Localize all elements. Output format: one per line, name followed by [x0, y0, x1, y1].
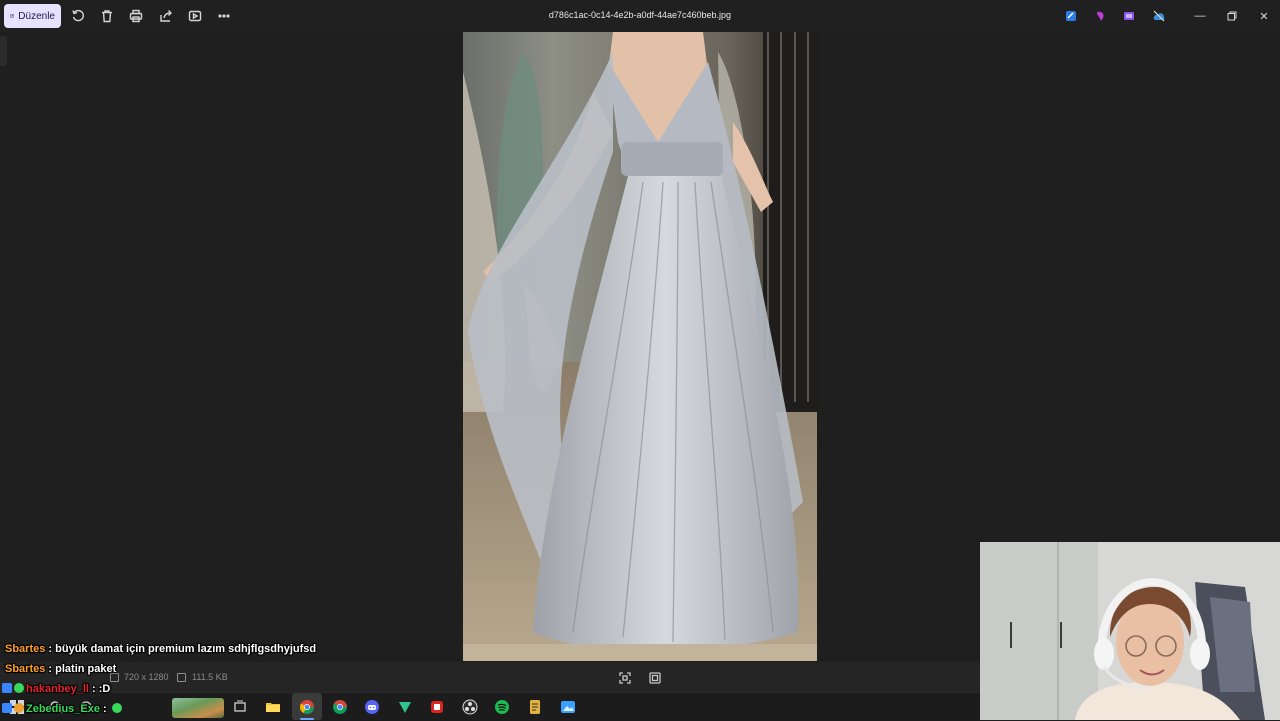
chat-message: Sbartes : platin paket: [5, 663, 117, 675]
chrome-profile-icon[interactable]: [332, 699, 348, 715]
chat-badge-icon: [2, 683, 12, 693]
taskbar: [0, 692, 980, 721]
delete-icon: [102, 10, 112, 23]
restore-button[interactable]: [1224, 8, 1240, 24]
webcam-overlay: [980, 542, 1280, 720]
more-button[interactable]: [214, 6, 234, 26]
actual-size-icon: [649, 672, 661, 684]
chat-username: Zebedius_Exe: [26, 703, 100, 715]
chat-message: Zebedius_Exe :: [2, 703, 124, 715]
photo-viewer-image: [463, 32, 817, 661]
file-name-title: d786c1ac-0c14-4e2b-a0df-44ae7c460beb.jpg: [548, 10, 732, 20]
actual-size-button[interactable]: [649, 671, 661, 684]
chat-username: hakanbey_ll: [26, 683, 89, 695]
red-app-icon[interactable]: [429, 699, 445, 715]
notes-app-icon[interactable]: [527, 699, 543, 715]
more-icon: [218, 14, 230, 18]
title-bar: Düzenle d786c1ac-0c14-4e2b-a0df-44ae7c46…: [0, 0, 1280, 32]
slideshow-button[interactable]: [185, 6, 205, 26]
discord-icon[interactable]: [364, 699, 380, 715]
chat-message-text: büyük damat için premium lazım sdhjflgsd…: [55, 643, 317, 655]
chat-message: hakanbey_ll : :D: [2, 683, 110, 695]
share-icon: [160, 10, 172, 22]
onedrive-offline-icon[interactable]: [1152, 9, 1166, 23]
obs-icon[interactable]: [462, 699, 478, 715]
rotate-icon: [72, 9, 84, 22]
streaming-app-icon[interactable]: [397, 699, 413, 715]
rotate-button[interactable]: [68, 6, 88, 26]
minimize-button[interactable]: —: [1192, 8, 1208, 24]
video-editor-icon[interactable]: [1122, 9, 1136, 23]
file-size: 111.5 KB: [192, 672, 228, 682]
chat-message-text: platin paket: [55, 663, 117, 675]
photos-app-icon[interactable]: [560, 699, 576, 715]
delete-button[interactable]: [97, 6, 117, 26]
close-icon: ✕: [1259, 10, 1269, 23]
chat-badge-icon: [14, 703, 24, 713]
clipchamp-app-icon[interactable]: [1064, 9, 1078, 23]
chat-username: Sbartes: [5, 643, 46, 655]
spotify-icon[interactable]: [494, 699, 510, 715]
edit-button-label: Düzenle: [18, 10, 55, 22]
emote-icon: [111, 703, 122, 713]
fit-to-window-button[interactable]: [619, 671, 631, 684]
designer-app-icon[interactable]: [1094, 9, 1108, 23]
print-button[interactable]: [126, 6, 146, 26]
chat-username: Sbartes: [5, 663, 46, 675]
filmstrip-toggle[interactable]: [0, 36, 7, 66]
chat-message: Sbartes : büyük damat için premium lazım…: [5, 643, 317, 655]
file-explorer-icon[interactable]: [265, 699, 281, 715]
restore-icon: [1227, 11, 1237, 21]
chat-badge-icon: [2, 703, 12, 713]
minimize-icon: —: [1194, 10, 1206, 22]
file-size-icon: [177, 673, 186, 682]
slideshow-icon: [188, 10, 202, 22]
fit-window-icon: [619, 672, 631, 684]
close-button[interactable]: ✕: [1256, 8, 1272, 24]
share-button[interactable]: [156, 6, 176, 26]
chrome-icon[interactable]: [299, 699, 315, 715]
task-view-icon[interactable]: [232, 699, 248, 715]
print-icon: [129, 9, 143, 23]
image-dimensions: 720 x 1280: [124, 672, 169, 682]
chat-message-text: :D: [98, 683, 111, 695]
edit-icon: [10, 14, 14, 18]
chat-badge-icon: [14, 683, 24, 693]
background-app-thumbnail[interactable]: [172, 698, 224, 718]
status-bar: 720 x 1280 111.5 KB: [0, 662, 980, 692]
edit-button[interactable]: Düzenle: [4, 4, 61, 28]
